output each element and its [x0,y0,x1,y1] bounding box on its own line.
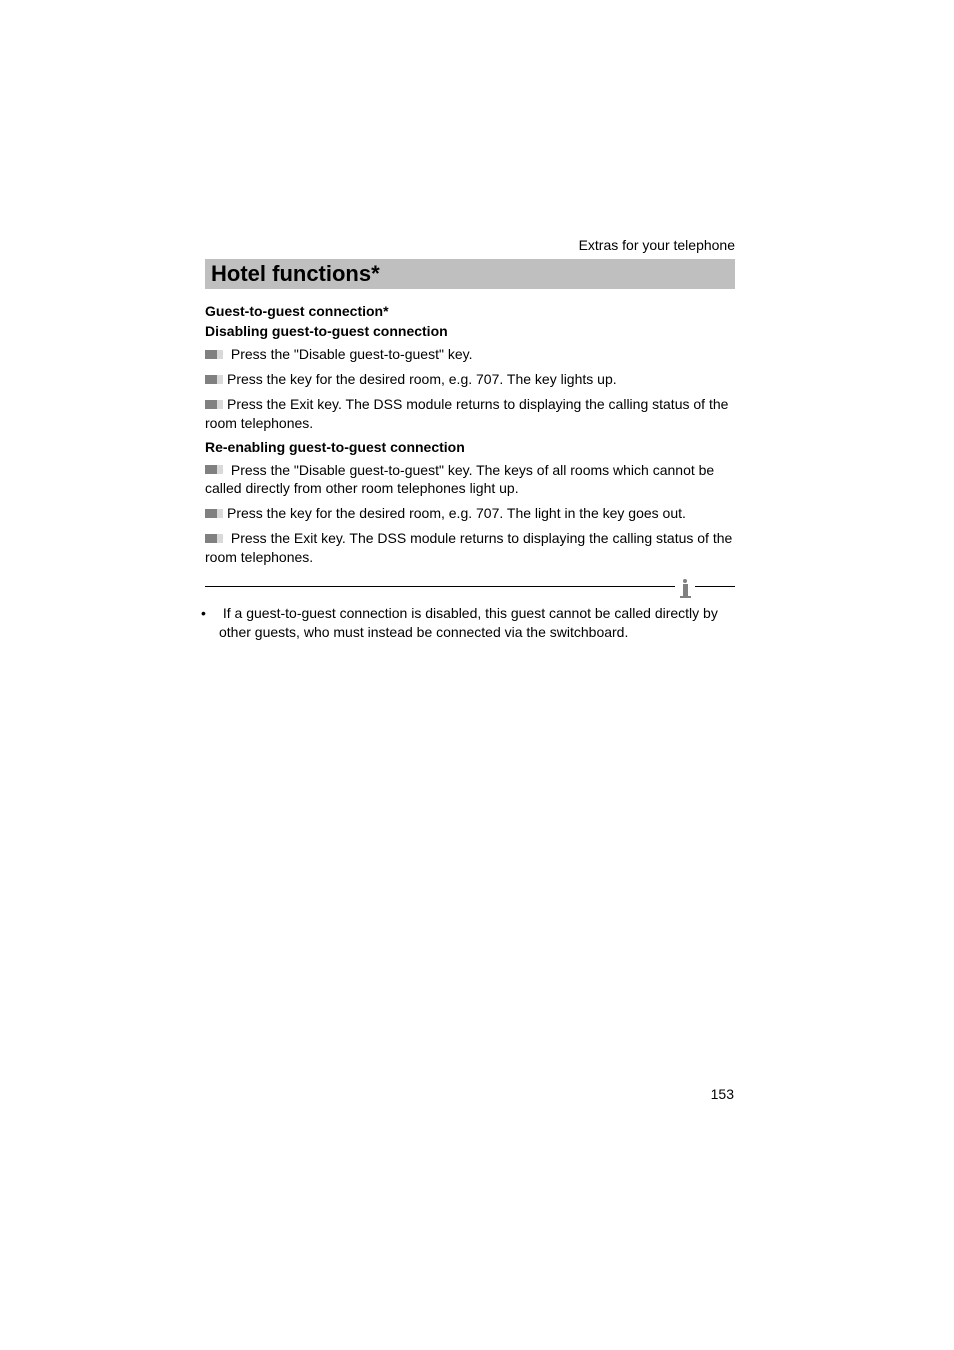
function-key-icon [205,350,223,359]
divider-line [205,586,675,587]
subheading-guest-connection: Guest-to-guest connection* [205,303,735,319]
step-press-exit-key-1: Press the Exit key. The DSS module retur… [205,395,735,433]
function-key-icon [205,465,223,474]
step-text: Press the Exit key. The DSS module retur… [205,530,732,565]
subheading-disabling: Disabling guest-to-guest connection [205,323,735,339]
step-text: Press the "Disable guest-to-guest" key. … [205,462,714,497]
function-key-icon [205,400,223,409]
divider-line [695,586,735,587]
function-key-icon [205,509,223,518]
step-text: Press the Exit key. The DSS module retur… [205,396,728,431]
step-text: Press the key for the desired room, e.g.… [227,505,686,521]
function-key-icon [205,375,223,384]
running-header: Extras for your telephone [205,237,735,253]
step-press-room-key-lights: Press the key for the desired room, e.g.… [205,370,735,389]
step-press-exit-key-2: Press the Exit key. The DSS module retur… [205,529,735,567]
page-number: 153 [711,1086,734,1102]
step-text: Press the key for the desired room, e.g.… [227,371,617,387]
step-press-disable-key-reenabling: Press the "Disable guest-to-guest" key. … [205,461,735,499]
bullet-icon: • [210,604,219,623]
function-key-icon [205,534,223,543]
step-text: Press the "Disable guest-to-guest" key. [227,346,472,362]
section-title-bar: Hotel functions* [205,259,735,289]
note-bullet: • If a guest-to-guest connection is disa… [205,604,735,642]
section-title: Hotel functions* [211,261,729,287]
note-text: If a guest-to-guest connection is disabl… [219,605,718,640]
content-area: Extras for your telephone Hotel function… [205,237,735,642]
subheading-reenabling: Re-enabling guest-to-guest connection [205,439,735,455]
step-press-disable-key: Press the "Disable guest-to-guest" key. [205,345,735,364]
info-divider [205,577,735,596]
page: Extras for your telephone Hotel function… [0,0,954,1350]
step-press-room-key-out: Press the key for the desired room, e.g.… [205,504,735,523]
info-icon [675,579,695,598]
